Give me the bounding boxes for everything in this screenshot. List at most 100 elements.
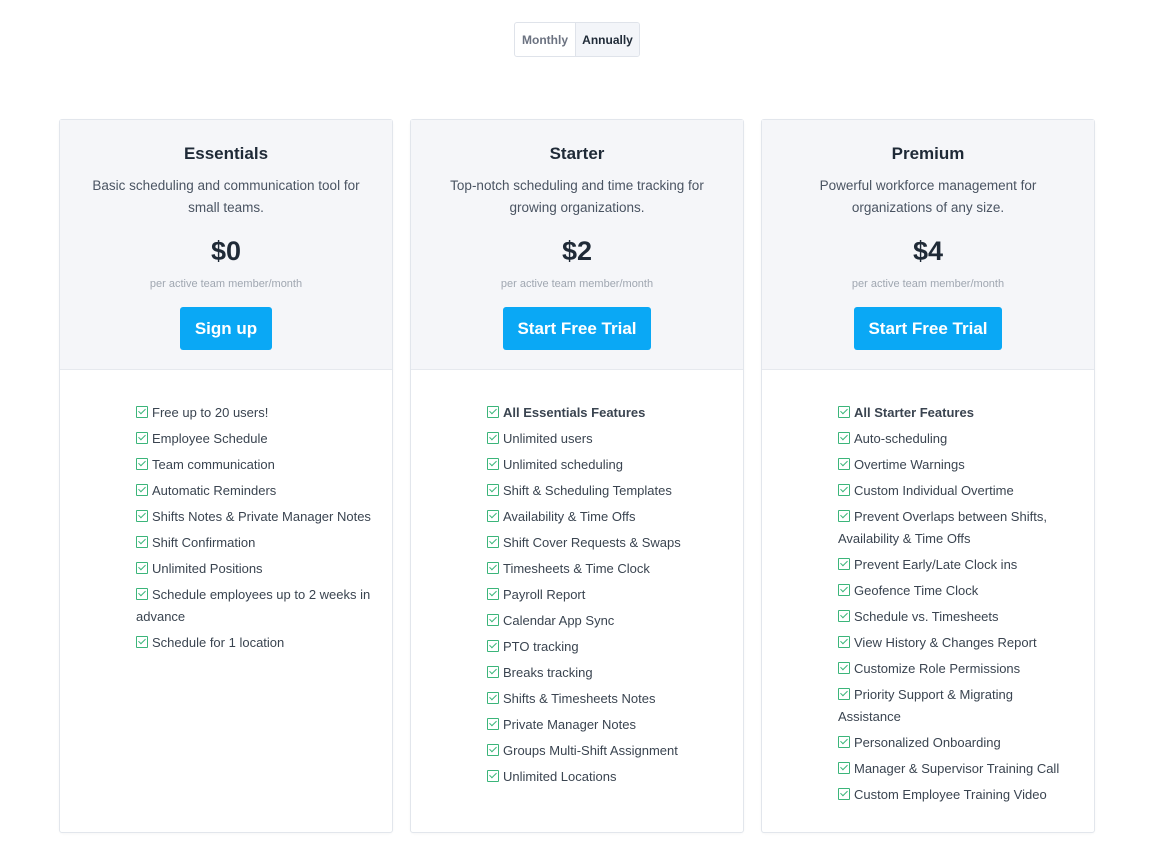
checkbox-checked-icon [136,636,148,648]
feature-label: Calendar App Sync [503,613,615,628]
checkbox-checked-icon [838,788,850,800]
checkbox-checked-icon [136,562,148,574]
plan-header: Premium Powerful workforce management fo… [762,120,1094,370]
feature-item: Shifts & Timesheets Notes [487,688,727,710]
feature-item: Unlimited users [487,428,727,450]
feature-label: Overtime Warnings [854,457,965,472]
checkbox-checked-icon [487,666,499,678]
feature-item: Timesheets & Time Clock [487,558,727,580]
feature-label: Shift Cover Requests & Swaps [503,535,681,550]
checkbox-checked-icon [136,536,148,548]
feature-label: Shifts Notes & Private Manager Notes [152,509,371,524]
checkbox-checked-icon [487,692,499,704]
feature-item: Priority Support & Migrating Assistance [838,684,1070,728]
checkbox-checked-icon [487,588,499,600]
plan-name: Starter [549,144,605,163]
feature-item: Custom Individual Overtime [838,480,1070,502]
checkbox-checked-icon [838,484,850,496]
feature-label: Payroll Report [503,587,586,602]
checkbox-checked-icon [487,484,499,496]
feature-item: Payroll Report [487,584,727,606]
feature-label: Prevent Overlaps between Shifts, Availab… [838,509,1047,546]
plan-card-starter: Starter Top-notch scheduling and time tr… [410,119,744,833]
feature-label: Unlimited Locations [503,769,617,784]
checkbox-checked-icon [136,458,148,470]
feature-label: Availability & Time Offs [503,509,636,524]
feature-item: Groups Multi-Shift Assignment [487,740,727,762]
plan-header: Essentials Basic scheduling and communic… [60,120,392,370]
plan-price-unit: per active team member/month [851,278,1005,290]
feature-label: Free up to 20 users! [152,405,269,420]
plan-price-unit: per active team member/month [149,278,303,290]
checkbox-checked-icon [487,510,499,522]
feature-label: Employee Schedule [152,431,268,446]
feature-item: Shift & Scheduling Templates [487,480,727,502]
checkbox-checked-icon [487,718,499,730]
checkbox-checked-icon [487,614,499,626]
feature-item: PTO tracking [487,636,727,658]
plan-description: Basic scheduling and communication tool … [92,178,360,215]
plan-price-unit: per active team member/month [500,278,654,290]
checkbox-checked-icon [838,584,850,596]
feature-item: Manager & Supervisor Training Call [838,758,1070,780]
feature-label: Unlimited users [503,431,593,446]
feature-label: Auto-scheduling [854,431,948,446]
plan-price: $2 [561,236,593,266]
feature-item: Calendar App Sync [487,610,727,632]
feature-item: All Starter Features [838,402,1070,424]
feature-item: Unlimited Locations [487,766,727,788]
feature-item: Auto-scheduling [838,428,1070,450]
feature-item: View History & Changes Report [838,632,1070,654]
feature-item: Shifts Notes & Private Manager Notes [136,506,376,528]
feature-item: Free up to 20 users! [136,402,376,424]
feature-label: Prevent Early/Late Clock ins [854,557,1018,572]
checkbox-checked-icon [136,510,148,522]
feature-label: Personalized Onboarding [854,735,1001,750]
checkbox-checked-icon [487,458,499,470]
checkbox-checked-icon [487,536,499,548]
feature-item: Custom Employee Training Video [838,784,1070,806]
feature-item: Geofence Time Clock [838,580,1070,602]
feature-label: Shift Confirmation [152,535,256,550]
start-free-trial-button[interactable]: Start Free Trial [854,307,1002,350]
checkbox-checked-icon [838,762,850,774]
plan-card-premium: Premium Powerful workforce management fo… [761,119,1095,833]
feature-item: Personalized Onboarding [838,732,1070,754]
checkbox-checked-icon [136,432,148,444]
feature-item: Prevent Early/Late Clock ins [838,554,1070,576]
checkbox-checked-icon [487,744,499,756]
plan-card-essentials: Essentials Basic scheduling and communic… [59,119,393,833]
billing-toggle: Monthly Annually [514,22,640,57]
plan-name: Premium [891,144,965,163]
sign-up-button[interactable]: Sign up [180,307,272,350]
feature-list: All Essentials Features Unlimited users Un… [487,402,727,792]
start-free-trial-button[interactable]: Start Free Trial [503,307,651,350]
checkbox-checked-icon [838,510,850,522]
feature-label: Priority Support & Migrating Assistance [838,687,1013,724]
feature-item: Shift Cover Requests & Swaps [487,532,727,554]
feature-label: Manager & Supervisor Training Call [854,761,1060,776]
feature-item: Employee Schedule [136,428,376,450]
feature-item: Schedule for 1 location [136,632,376,654]
feature-item: Shift Confirmation [136,532,376,554]
annually-toggle-button[interactable]: Annually [576,23,639,56]
feature-label: PTO tracking [503,639,579,654]
feature-label: Timesheets & Time Clock [503,561,650,576]
plan-price: $0 [210,236,242,266]
checkbox-checked-icon [838,458,850,470]
feature-label: Groups Multi-Shift Assignment [503,743,678,758]
feature-label: Schedule employees up to 2 weeks in adva… [136,587,371,624]
checkbox-checked-icon [838,736,850,748]
feature-item: Team communication [136,454,376,476]
feature-item: Automatic Reminders [136,480,376,502]
feature-label: Customize Role Permissions [854,661,1021,676]
feature-item: Unlimited scheduling [487,454,727,476]
monthly-toggle-button[interactable]: Monthly [515,23,576,56]
checkbox-checked-icon [487,406,499,418]
feature-label: All Essentials Features [503,405,646,420]
feature-label: Unlimited scheduling [503,457,623,472]
checkbox-checked-icon [136,588,148,600]
checkbox-checked-icon [136,484,148,496]
checkbox-checked-icon [838,406,850,418]
feature-list: All Starter Features Auto-scheduling Overt… [838,402,1070,810]
